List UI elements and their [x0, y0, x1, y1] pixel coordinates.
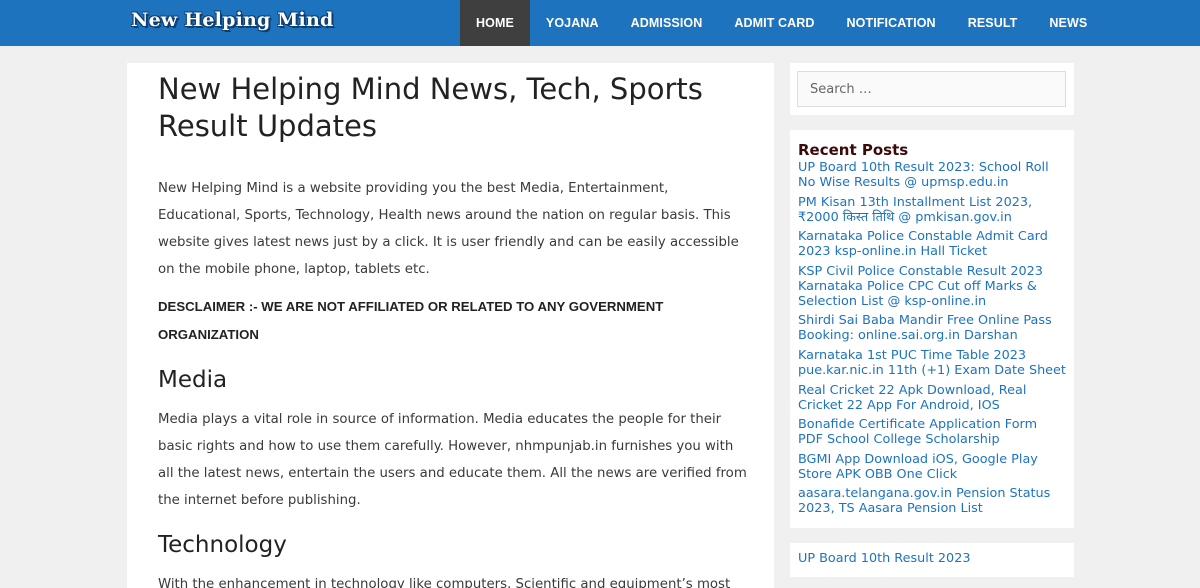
article: New Helping Mind News, Tech, Sports Resu… [158, 71, 748, 588]
search-input[interactable] [797, 71, 1066, 107]
section-text-media: Media plays a vital role in source of in… [158, 412, 747, 508]
recent-post-link[interactable]: KSP Civil Police Constable Result 2023 K… [798, 264, 1066, 309]
intro-paragraph: New Helping Mind is a website providing … [158, 181, 739, 277]
search-widget [790, 63, 1074, 115]
sidebar: Recent Posts UP Board 10th Result 2023: … [790, 63, 1074, 578]
recent-post-link[interactable]: Bonafide Certificate Application Form PD… [798, 417, 1066, 447]
section-heading-technology: Technology [158, 532, 287, 558]
nav-admit-card[interactable]: ADMIT CARD [718, 0, 830, 46]
page-title: New Helping Mind News, Tech, Sports Resu… [158, 72, 703, 143]
recent-post-link[interactable]: Real Cricket 22 Apk Download, Real Crick… [798, 383, 1066, 413]
nav-admission[interactable]: ADMISSION [615, 0, 719, 46]
nav-result[interactable]: RESULT [952, 0, 1034, 46]
recent-post-link[interactable]: Shirdi Sai Baba Mandir Free Online Pass … [798, 313, 1066, 343]
nav-notification[interactable]: NOTIFICATION [831, 0, 952, 46]
recent-post-link[interactable]: UP Board 10th Result 2023: School Roll N… [798, 160, 1066, 190]
featured-post-link[interactable]: UP Board 10th Result 2023 [798, 551, 1066, 566]
nav-home[interactable]: HOME [460, 0, 530, 46]
recent-post-link[interactable]: BGMI App Download iOS, Google Play Store… [798, 452, 1066, 482]
section-heading-media: Media [158, 367, 228, 393]
recent-posts-widget: Recent Posts UP Board 10th Result 2023: … [790, 130, 1074, 529]
site-header: New Helping Mind HOME YOJANA ADMISSION A… [0, 0, 1200, 46]
recent-post-link[interactable]: Karnataka 1st PUC Time Table 2023 pue.ka… [798, 348, 1066, 378]
recent-posts-list: UP Board 10th Result 2023: School Roll N… [798, 160, 1066, 516]
main-nav: HOME YOJANA ADMISSION ADMIT CARD NOTIFIC… [460, 0, 1103, 46]
section-text-technology: With the enhancement in technology like … [158, 577, 731, 588]
recent-posts-title: Recent Posts [798, 141, 909, 159]
recent-post-link[interactable]: PM Kisan 13th Installment List 2023, ₹20… [798, 195, 1066, 225]
nav-yojana[interactable]: YOJANA [530, 0, 615, 46]
site-logo[interactable]: New Helping Mind [131, 9, 333, 31]
recent-post-link[interactable]: Karnataka Police Constable Admit Card 20… [798, 229, 1066, 259]
disclaimer-text: DESCLAIMER :- WE ARE NOT AFFILIATED OR R… [158, 299, 664, 342]
main-content: New Helping Mind News, Tech, Sports Resu… [127, 63, 774, 588]
recent-post-link[interactable]: aasara.telangana.gov.in Pension Status 2… [798, 486, 1066, 516]
nav-news[interactable]: NEWS [1033, 0, 1103, 46]
featured-link-widget: UP Board 10th Result 2023 [790, 543, 1074, 578]
